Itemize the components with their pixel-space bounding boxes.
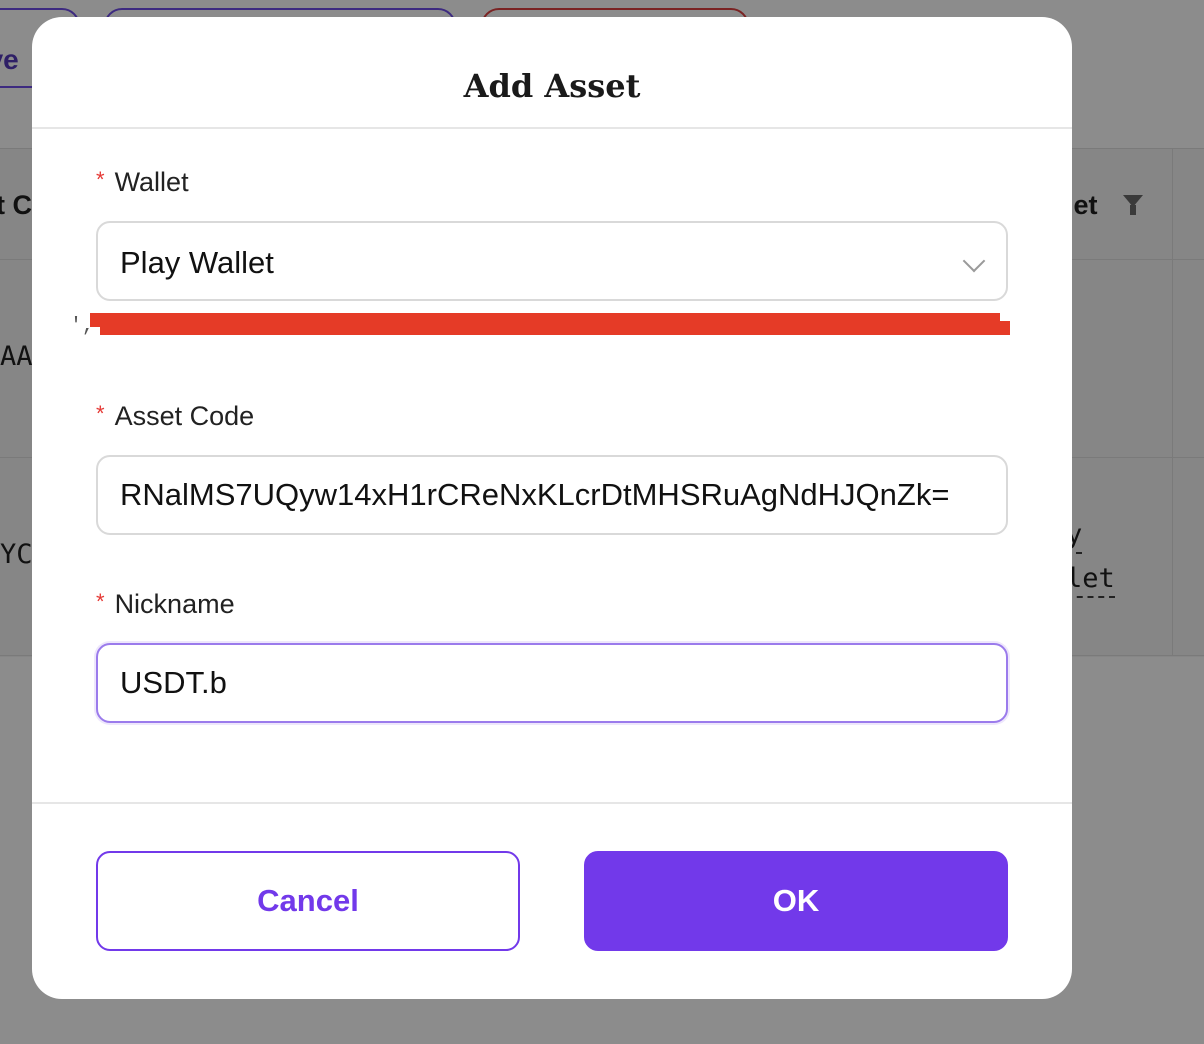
- nickname-field-box: [96, 643, 1008, 723]
- modal-title: Add Asset: [463, 67, 641, 105]
- ok-button[interactable]: OK: [584, 851, 1008, 951]
- wallet-select-value: Play Wallet: [120, 245, 274, 280]
- wallet-label-text: Wallet: [114, 167, 189, 197]
- required-mark: *: [96, 401, 105, 426]
- redaction-bar: [100, 321, 1010, 335]
- wallet-select[interactable]: Play Wallet: [96, 221, 1008, 301]
- nickname-input[interactable]: [120, 659, 980, 707]
- required-mark: *: [96, 167, 105, 192]
- asset-code-field-box: [96, 455, 1008, 535]
- page: ave t C let AA YC y let Add Asset *Walle…: [0, 0, 1204, 1044]
- add-asset-modal: Add Asset * Wallet Play Wallet ', * Asset …: [32, 17, 1072, 999]
- modal-header-divider: [32, 127, 1072, 129]
- required-mark: *: [96, 589, 105, 614]
- cancel-button[interactable]: Cancel: [96, 851, 520, 951]
- chevron-down-icon: [962, 249, 986, 273]
- bg-table-cell-asset-code: YC: [0, 539, 33, 570]
- asset-code-label-text: Asset Code: [114, 401, 255, 431]
- nickname-label-text: Nickname: [114, 589, 235, 619]
- asset-code-label: * Asset Code: [96, 401, 254, 432]
- bg-column-header-asset-code: t C: [0, 190, 32, 220]
- bg-table-column-divider: [1172, 148, 1173, 656]
- modal-footer-divider: [32, 802, 1072, 804]
- bg-toolbar-button-label: ave: [0, 44, 19, 75]
- filter-icon-stem: [1130, 205, 1136, 215]
- bg-table-cell-wallet-link[interactable]: let: [1066, 562, 1115, 598]
- wallet-label: * Wallet: [96, 167, 189, 198]
- asset-code-input[interactable]: [120, 471, 980, 519]
- nickname-label: * Nickname: [96, 589, 235, 620]
- bg-table-cell-asset-code: AA: [0, 341, 33, 372]
